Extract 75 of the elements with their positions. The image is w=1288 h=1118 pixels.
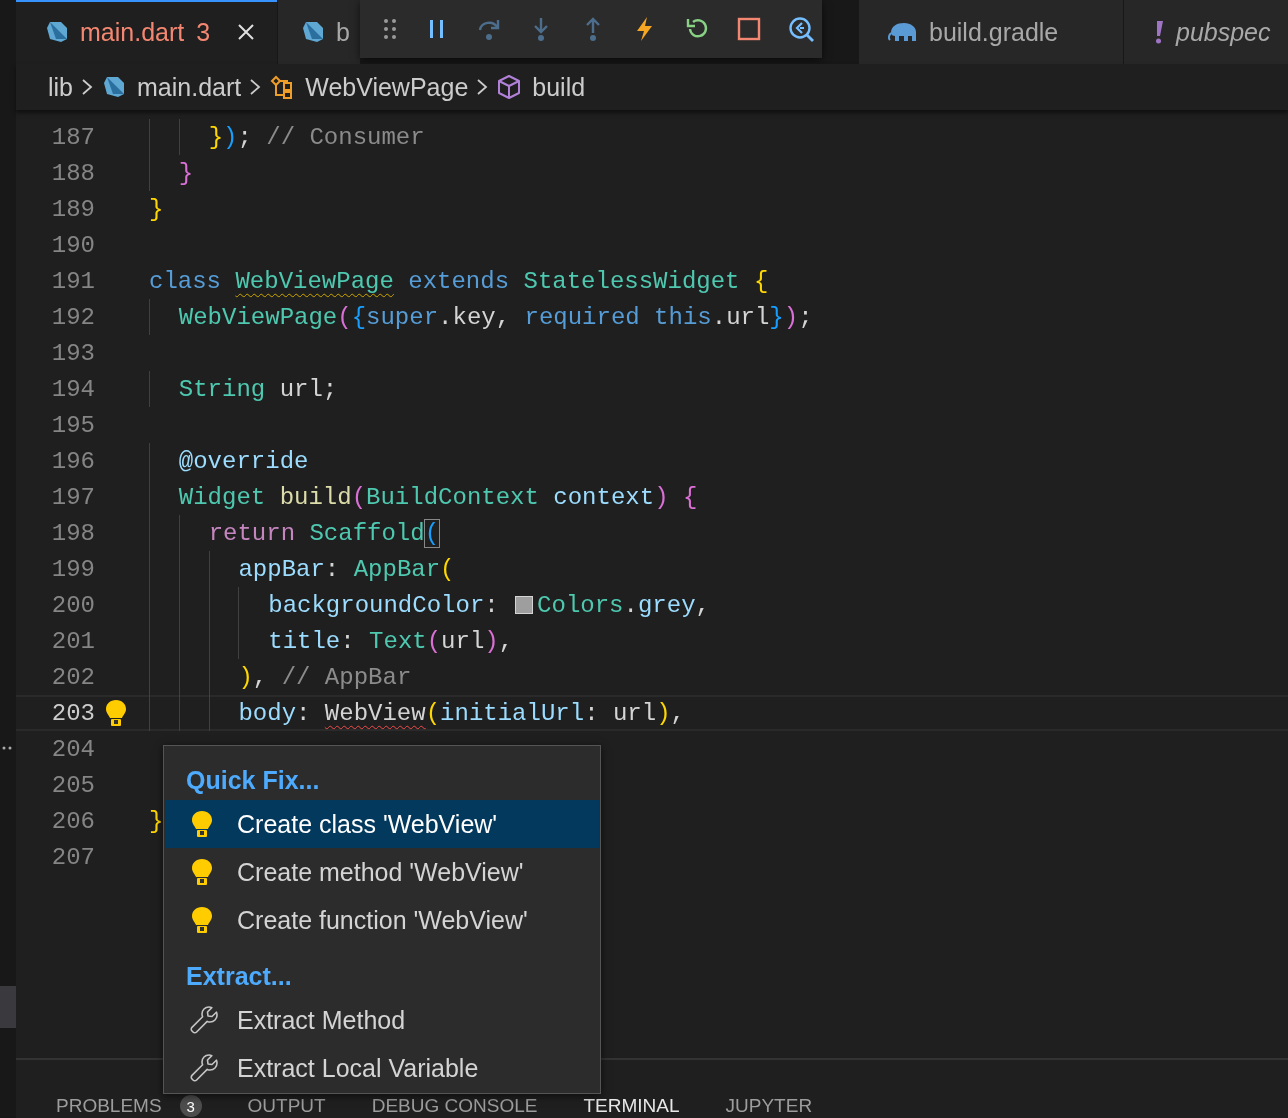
panel-tab[interactable]: JUPYTER — [725, 1095, 813, 1117]
editor-tab[interactable]: pubspec — [1124, 0, 1288, 64]
panel-tab[interactable]: TERMINAL — [583, 1095, 680, 1117]
breadcrumb-item[interactable]: WebViewPage — [269, 72, 469, 102]
editor-tab[interactable]: b — [278, 0, 360, 64]
dart-icon — [44, 19, 70, 45]
drag-handle-icon — [383, 18, 397, 40]
code-line: } — [149, 194, 164, 225]
code-line: WebViewPage({super.key, required this.url}); — [149, 299, 813, 335]
code-line: }); // Consumer — [149, 119, 425, 155]
menu-heading: Extract... — [185, 961, 293, 992]
line-number: 193 — [50, 339, 95, 367]
line-number: 196 — [50, 447, 95, 475]
line-number: 201 — [50, 627, 95, 655]
scroll-thumb — [0, 986, 16, 1028]
line-number: 202 — [50, 663, 95, 691]
line-number: 188 — [50, 159, 95, 187]
cube-icon — [496, 74, 523, 100]
breadcrumb-item[interactable]: lib — [48, 72, 73, 102]
chevron-icon — [476, 78, 489, 96]
menu-item[interactable]: Create class 'WebView' — [165, 800, 599, 848]
breadcrumb-item[interactable]: build — [496, 72, 586, 102]
line-number: 189 — [50, 195, 95, 223]
line-number: 207 — [50, 843, 95, 871]
line-number: 198 — [50, 519, 95, 547]
line-number: 187 — [50, 123, 95, 151]
code-line: String url; — [149, 371, 338, 407]
editor-tab[interactable]: build.gradle — [859, 0, 1123, 64]
panel-tab[interactable]: DEBUG CONSOLE — [371, 1095, 538, 1117]
lightbulb-icon — [191, 906, 213, 934]
stop-icon — [736, 16, 762, 42]
lightbulb-icon — [191, 810, 213, 838]
panel-tab[interactable]: PROBLEMS 3 — [56, 1095, 202, 1117]
inspect-icon — [788, 16, 814, 42]
menu-item[interactable]: Create function 'WebView' — [165, 896, 599, 944]
lightbulb-icon — [191, 858, 213, 886]
line-number: 205 — [50, 771, 95, 799]
code-line: } — [149, 806, 164, 837]
code-line: body: WebView(initialUrl: url), — [149, 695, 685, 731]
breadcrumb-item[interactable]: main.dart — [101, 72, 242, 102]
code-line: title: Text(url), — [149, 623, 514, 659]
close-icon — [236, 22, 257, 42]
line-number: 192 — [50, 303, 95, 331]
code-line: backgroundColor: Colors.grey, — [149, 587, 710, 623]
chevron-icon — [81, 78, 93, 96]
code-line: } — [149, 155, 194, 191]
line-number: 200 — [50, 591, 95, 619]
line-number: 203 — [50, 699, 95, 727]
line-number: 199 — [50, 555, 95, 583]
line-number: 195 — [50, 411, 95, 439]
line-number: 194 — [50, 375, 95, 403]
line-number: 197 — [50, 483, 95, 511]
code-line: return Scaffold( — [149, 515, 440, 551]
chevron-icon — [249, 78, 262, 96]
menu-item[interactable]: Extract Local Variable — [165, 1044, 599, 1092]
line-number: 191 — [50, 267, 95, 295]
menu-item[interactable]: Create method 'WebView' — [165, 848, 599, 896]
code-line: ), // AppBar — [149, 659, 412, 695]
wrench-icon — [189, 1053, 219, 1083]
more-icon — [2, 746, 12, 750]
code-line: @override — [149, 443, 309, 479]
menu-item[interactable]: Extract Method — [165, 996, 599, 1044]
code-line: class WebViewPage extends StatelessWidget { — [149, 266, 769, 297]
line-number: 206 — [50, 807, 95, 835]
editor-tab[interactable]: main.dart 3 — [16, 0, 277, 64]
line-number: 204 — [50, 735, 95, 763]
menu-heading: Quick Fix... — [185, 765, 321, 796]
line-number: 190 — [50, 231, 95, 259]
lightbulb-icon[interactable] — [105, 699, 127, 727]
code-line: appBar: AppBar( — [149, 551, 455, 587]
wrench-icon — [189, 1005, 219, 1035]
panel-tab[interactable]: OUTPUT — [247, 1095, 326, 1117]
dart-icon — [300, 19, 326, 45]
dart-icon — [101, 74, 127, 100]
code-line: Widget build(BuildContext context) { — [149, 479, 698, 515]
